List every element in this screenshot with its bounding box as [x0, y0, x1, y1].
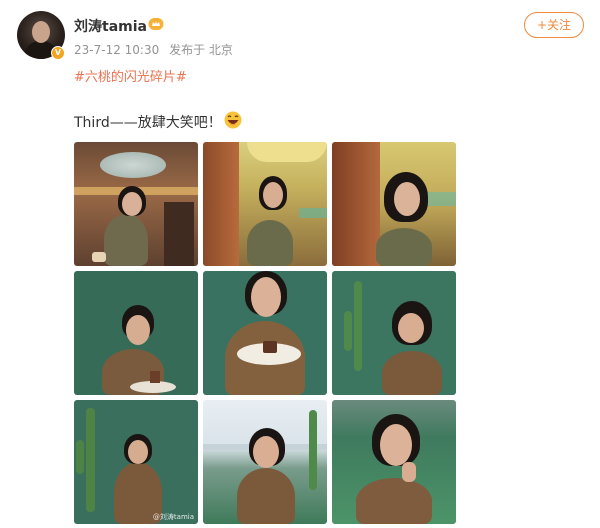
watermark: @刘涛tamia [152, 513, 194, 521]
follow-button[interactable]: +关注 [524, 12, 584, 38]
verified-badge-icon: V [51, 46, 65, 60]
avatar-face [32, 21, 50, 43]
photo-6[interactable] [332, 271, 456, 395]
post-source: 发布于 北京 [169, 43, 233, 57]
photo-4[interactable] [74, 271, 198, 395]
photo-1[interactable] [74, 142, 198, 266]
photo-5[interactable] [203, 271, 327, 395]
username[interactable]: 刘涛tamia [74, 16, 147, 36]
laughing-emoji-icon [224, 111, 242, 129]
photo-9[interactable] [332, 400, 456, 524]
post-text: Third——放肆大笑吧！ [74, 115, 222, 131]
topic-link[interactable]: #六桃的闪光碎片# [74, 66, 187, 85]
vip-crown-icon[interactable] [148, 17, 164, 31]
post-time[interactable]: 23-7-12 10:30 [74, 43, 159, 57]
photo-8[interactable] [203, 400, 327, 524]
photo-3[interactable] [332, 142, 456, 266]
photo-2[interactable] [203, 142, 327, 266]
photo-7[interactable]: @刘涛tamia [74, 400, 198, 524]
post-meta: 23-7-12 10:30 发布于 北京 [74, 41, 239, 58]
